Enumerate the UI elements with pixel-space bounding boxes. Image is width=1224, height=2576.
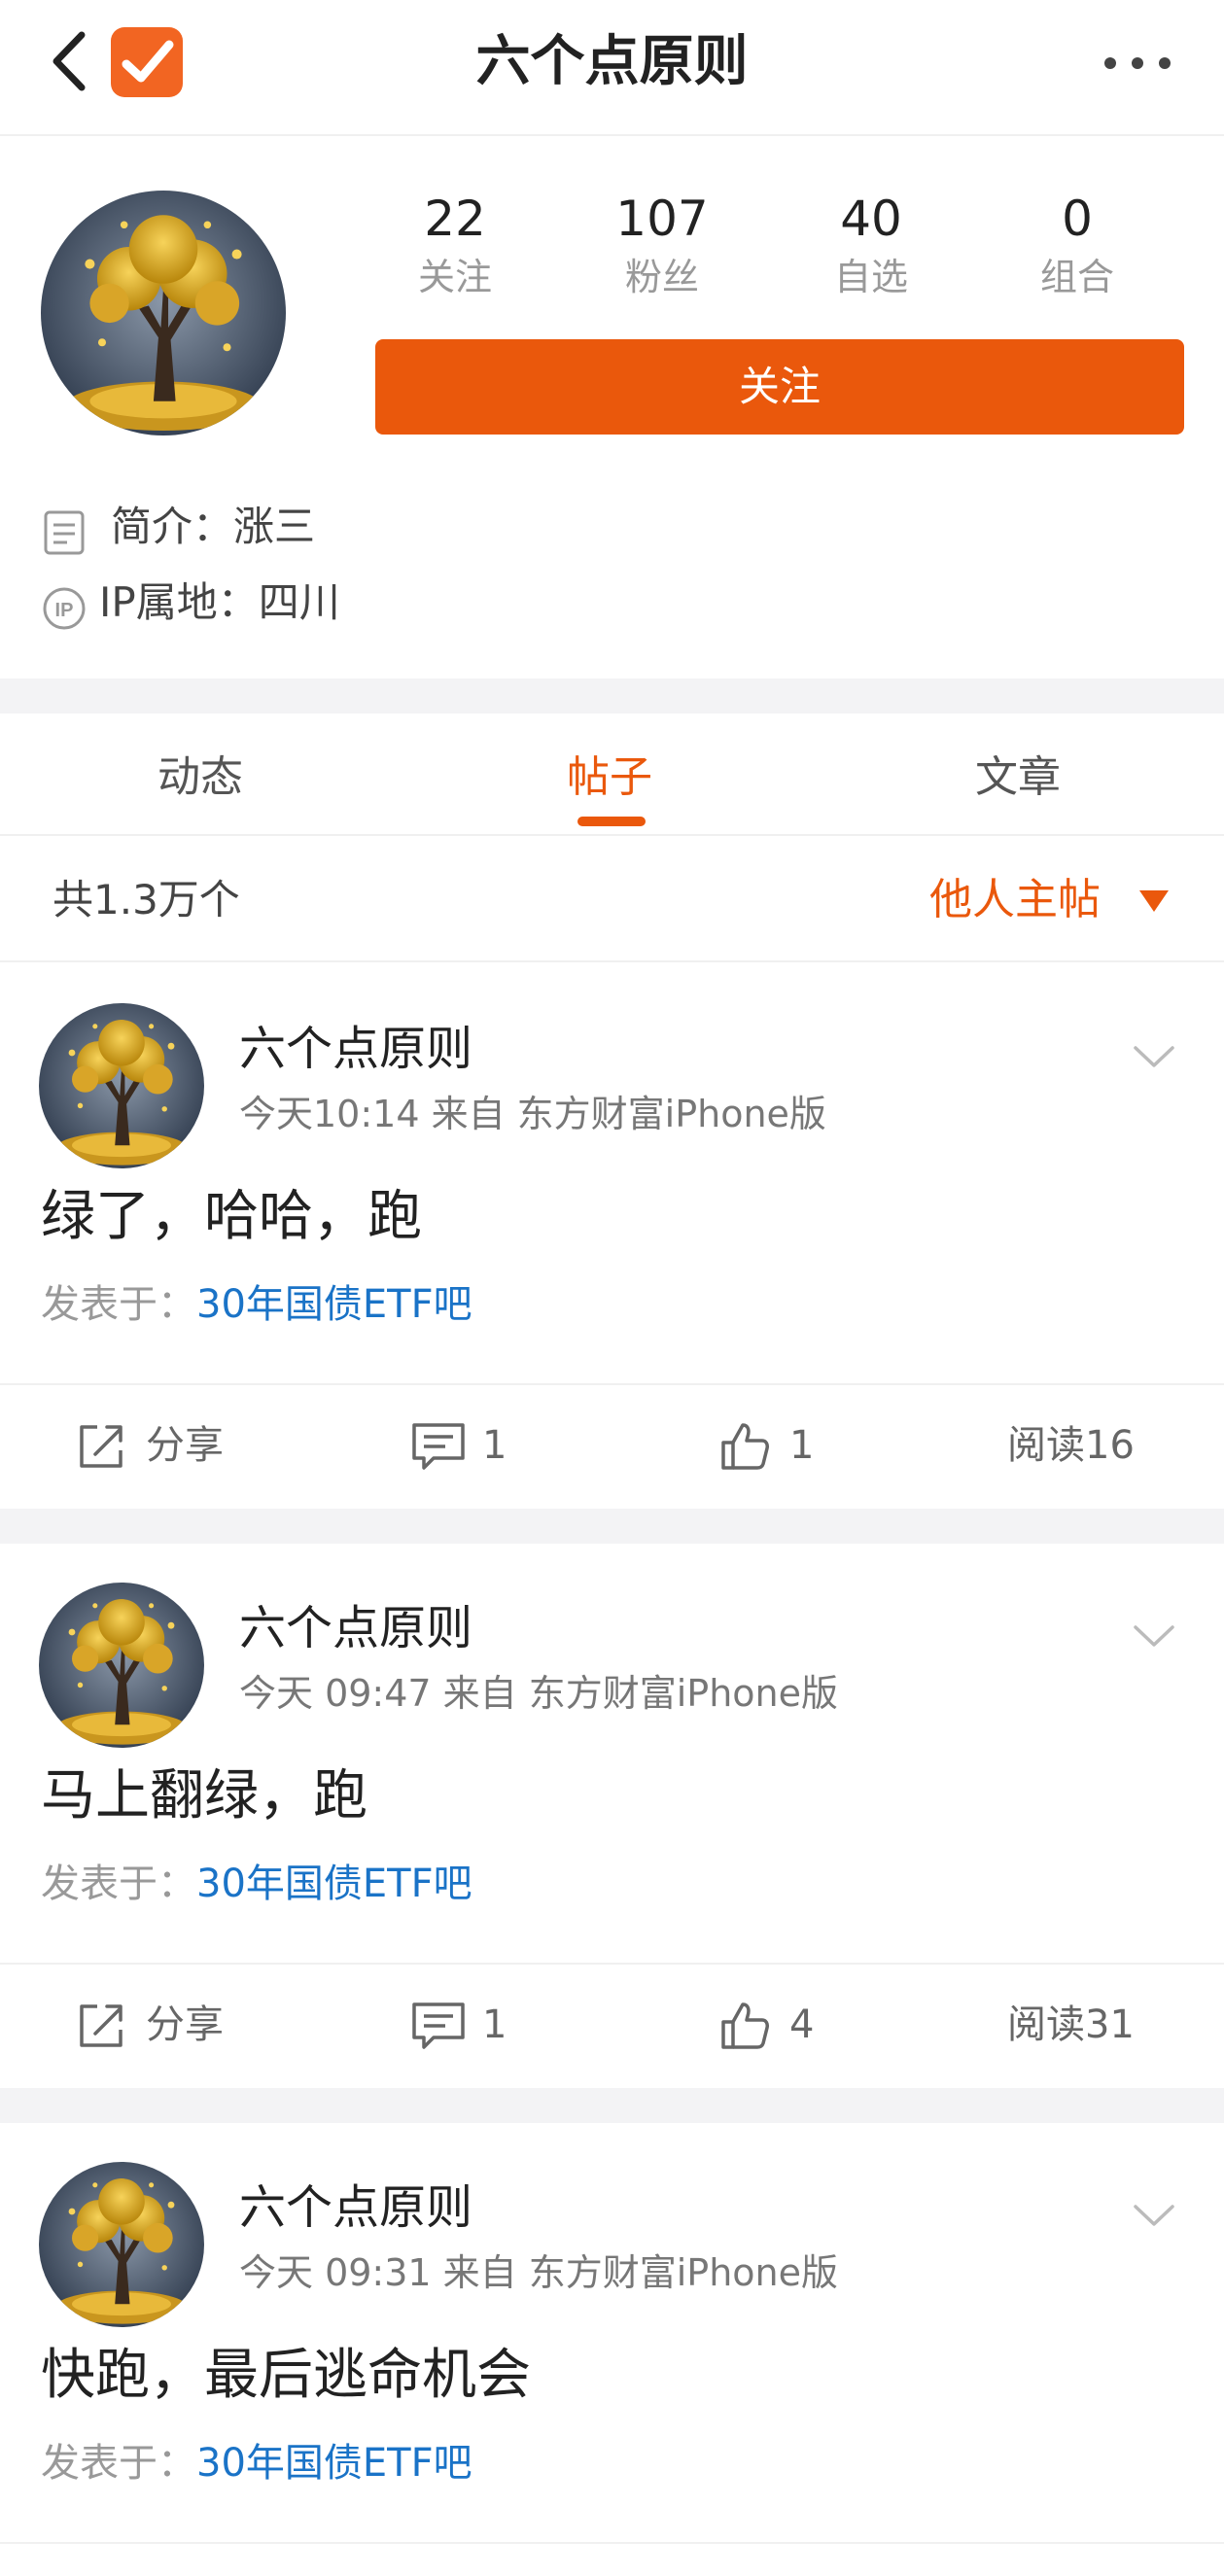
post-meta: 今天10:14 来自 东方财富iPhone版 — [239, 1093, 826, 1135]
dropdown-triangle-icon[interactable] — [1137, 888, 1171, 914]
comment-icon — [412, 2002, 465, 2049]
chevron-down-icon[interactable] — [1132, 1621, 1176, 1651]
share-icon — [80, 2004, 122, 2047]
tab-activity[interactable]: 动态 — [157, 744, 243, 812]
divider — [0, 1963, 1224, 1965]
post-card[interactable]: 六个点原则 今天10:14 来自 东方财富iPhone版 绿了，哈哈，跑 发表于… — [0, 964, 1224, 1509]
author-avatar[interactable] — [39, 1003, 204, 1168]
stat-number: 0 — [1062, 191, 1093, 247]
comment-count: 1 — [482, 2002, 507, 2047]
post-count: 共1.3万个 — [52, 876, 240, 923]
like-count: 1 — [789, 1423, 815, 1468]
section-gap — [0, 2088, 1224, 2123]
stat-number: 22 — [424, 191, 486, 247]
read-count: 阅读31 — [1007, 2002, 1135, 2047]
divider — [0, 1383, 1224, 1385]
author-name[interactable]: 六个点原则 — [239, 2176, 472, 2240]
post-meta: 今天 09:47 来自 东方财富iPhone版 — [239, 1672, 839, 1715]
like-icon — [721, 1423, 769, 1470]
post-board: 发表于：30年国债ETF吧 — [41, 1275, 472, 1334]
like-count: 4 — [789, 2002, 815, 2047]
page-title: 六个点原则 — [475, 30, 749, 93]
stat-portfolio[interactable]: 0 组合 — [990, 185, 1165, 301]
post-filter[interactable]: 他人主帖 — [929, 868, 1101, 932]
stat-number: 107 — [615, 191, 709, 247]
ip-text: IP属地：四川 — [99, 578, 340, 626]
comment-icon — [412, 1423, 465, 1470]
post-board: 发表于：30年国债ETF吧 — [41, 1855, 472, 1913]
read-count: 阅读16 — [1007, 1423, 1135, 1468]
divider — [0, 960, 1224, 962]
section-gap — [0, 1509, 1224, 1544]
board-link[interactable]: 30年国债ETF吧 — [196, 1282, 472, 1327]
post-card[interactable]: 六个点原则 今天 09:47 来自 东方财富iPhone版 马上翻绿，跑 发表于… — [0, 1544, 1224, 2088]
author-avatar[interactable] — [39, 2162, 204, 2327]
stat-following[interactable]: 22 关注 — [367, 185, 542, 301]
post-content[interactable]: 马上翻绿，跑 — [41, 1758, 367, 1835]
bio-icon — [44, 510, 85, 555]
post-board: 发表于：30年国债ETF吧 — [41, 2434, 472, 2492]
stat-label: 自选 — [833, 256, 908, 298]
ip-icon: IP — [43, 587, 86, 630]
share-label: 分享 — [146, 2002, 224, 2047]
like-icon — [721, 2002, 769, 2049]
stat-watchlist[interactable]: 40 自选 — [784, 185, 959, 301]
more-icon[interactable] — [1099, 49, 1176, 78]
follow-button[interactable]: 关注 — [375, 339, 1184, 435]
board-prefix: 发表于： — [41, 2441, 196, 2486]
board-link[interactable]: 30年国债ETF吧 — [196, 1862, 472, 1906]
board-prefix: 发表于： — [41, 1282, 196, 1327]
stat-number: 40 — [840, 191, 902, 247]
bio-text: 简介：涨三 — [111, 503, 316, 550]
stat-label: 关注 — [417, 256, 492, 298]
divider — [0, 834, 1224, 836]
stat-label: 组合 — [1039, 256, 1114, 298]
active-tab-indicator — [577, 817, 646, 826]
author-name[interactable]: 六个点原则 — [239, 1596, 472, 1660]
board-prefix: 发表于： — [41, 1862, 196, 1906]
divider — [0, 2542, 1224, 2544]
chevron-down-icon[interactable] — [1132, 1042, 1176, 1071]
svg-text:IP: IP — [55, 600, 74, 621]
author-avatar[interactable] — [39, 1583, 204, 1748]
chevron-down-icon[interactable] — [1132, 2201, 1176, 2230]
post-meta: 今天 09:31 来自 东方财富iPhone版 — [239, 2251, 839, 2294]
stat-fans[interactable]: 107 粉丝 — [575, 185, 750, 301]
comment-count: 1 — [482, 1423, 507, 1468]
top-bar: 六个点原则 — [0, 0, 1224, 136]
stat-label: 粉丝 — [624, 256, 699, 298]
post-content[interactable]: 绿了，哈哈，跑 — [41, 1178, 422, 1256]
author-name[interactable]: 六个点原则 — [239, 1017, 472, 1081]
share-label: 分享 — [146, 1423, 224, 1468]
board-link[interactable]: 30年国债ETF吧 — [196, 2441, 472, 2486]
share-icon — [80, 1425, 122, 1468]
tab-articles[interactable]: 文章 — [975, 744, 1061, 812]
post-content[interactable]: 快跑，最后逃命机会 — [41, 2337, 531, 2415]
tab-posts[interactable]: 帖子 — [567, 744, 652, 812]
section-gap — [0, 679, 1224, 714]
post-card[interactable]: 六个点原则 今天 09:31 来自 东方财富iPhone版 快跑，最后逃命机会 … — [0, 2123, 1224, 2576]
avatar[interactable] — [41, 191, 286, 435]
